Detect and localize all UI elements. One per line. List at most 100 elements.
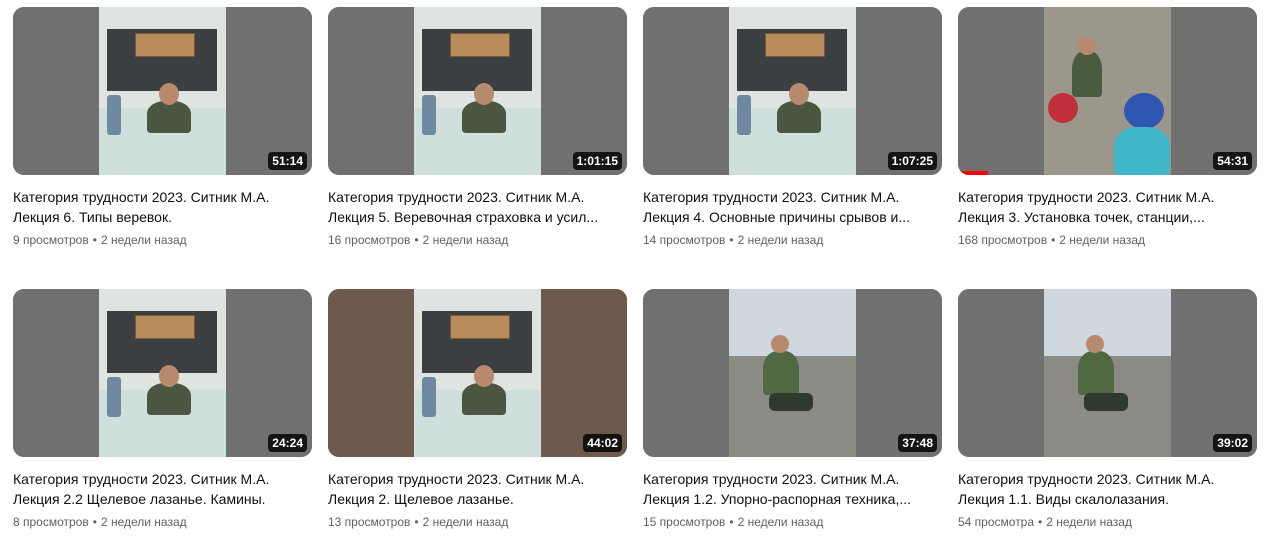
person-shape bbox=[147, 101, 191, 133]
thumbnail-image bbox=[729, 7, 856, 175]
video-title[interactable]: Категория трудности 2023. Ситник М.А. Ле… bbox=[13, 187, 309, 227]
duration-badge: 37:48 bbox=[898, 434, 937, 452]
person-head-shape bbox=[1086, 335, 1104, 353]
climber-shape bbox=[1072, 51, 1102, 97]
video-thumbnail[interactable]: 37:48 bbox=[643, 289, 942, 457]
duration-badge: 51:14 bbox=[268, 152, 307, 170]
video-thumbnail[interactable]: 24:24 bbox=[13, 289, 312, 457]
thumbnail-image bbox=[99, 7, 226, 175]
video-title[interactable]: Категория трудности 2023. Ситник М.А. Ле… bbox=[13, 469, 309, 509]
person-head-shape bbox=[771, 335, 789, 353]
bottle-shape bbox=[107, 95, 121, 135]
duration-badge: 1:01:15 bbox=[572, 152, 622, 170]
view-count: 13 просмотров bbox=[328, 515, 411, 529]
video-meta: 54 просмотра • 2 недели назад bbox=[958, 513, 1257, 531]
duration-badge: 24:24 bbox=[268, 434, 307, 452]
view-count: 15 просмотров bbox=[643, 515, 726, 529]
meta-separator: • bbox=[414, 515, 419, 529]
person-shape bbox=[462, 101, 506, 133]
video-meta: 15 просмотров • 2 недели назад bbox=[643, 513, 942, 531]
person-head-shape bbox=[474, 365, 494, 387]
shelf-shape bbox=[135, 33, 195, 57]
meta-separator: • bbox=[1051, 233, 1056, 247]
thumbnail-image bbox=[414, 289, 541, 457]
watch-progress-bar bbox=[958, 171, 988, 175]
video-meta: 8 просмотров • 2 недели назад bbox=[13, 513, 312, 531]
meta-separator: • bbox=[729, 515, 734, 529]
person-head-shape bbox=[159, 365, 179, 387]
person-shape bbox=[763, 351, 799, 395]
sky-shape bbox=[729, 289, 856, 357]
view-count: 9 просмотров bbox=[13, 233, 89, 247]
video-title[interactable]: Категория трудности 2023. Ситник М.А. Ле… bbox=[958, 187, 1254, 227]
helmet-shape bbox=[1124, 93, 1164, 129]
thumbnail-image bbox=[414, 7, 541, 175]
upload-age: 2 недели назад bbox=[422, 515, 509, 529]
view-count: 14 просмотров bbox=[643, 233, 726, 247]
duration-badge: 1:07:25 bbox=[887, 152, 937, 170]
video-thumbnail[interactable]: 1:01:15 bbox=[328, 7, 627, 175]
video-title[interactable]: Категория трудности 2023. Ситник М.А. Ле… bbox=[643, 187, 939, 227]
climber-head-shape bbox=[1078, 37, 1096, 55]
video-thumbnail[interactable]: 44:02 bbox=[328, 289, 627, 457]
video-meta: 13 просмотров • 2 недели назад bbox=[328, 513, 627, 531]
upload-age: 2 недели назад bbox=[100, 233, 187, 247]
legs-shape bbox=[769, 393, 813, 411]
shelf-shape bbox=[450, 33, 510, 57]
video-meta: 14 просмотров • 2 недели назад bbox=[643, 231, 942, 249]
video-thumbnail[interactable]: 1:07:25 bbox=[643, 7, 942, 175]
video-thumbnail[interactable]: 39:02 bbox=[958, 289, 1257, 457]
video-grid: 51:14 Категория трудности 2023. Ситник М… bbox=[13, 7, 1257, 557]
bottle-shape bbox=[107, 377, 121, 417]
video-title[interactable]: Категория трудности 2023. Ситник М.А. Ле… bbox=[958, 469, 1254, 509]
upload-age: 2 недели назад bbox=[737, 515, 824, 529]
person-head-shape bbox=[789, 83, 809, 105]
person-shape bbox=[777, 101, 821, 133]
video-card[interactable]: 44:02 Категория трудности 2023. Ситник М… bbox=[328, 289, 627, 557]
video-title[interactable]: Категория трудности 2023. Ситник М.А. Ле… bbox=[328, 187, 624, 227]
video-card[interactable]: 51:14 Категория трудности 2023. Ситник М… bbox=[13, 7, 312, 275]
video-card[interactable]: 1:01:15 Категория трудности 2023. Ситник… bbox=[328, 7, 627, 275]
view-count: 168 просмотров bbox=[958, 233, 1048, 247]
sky-shape bbox=[1044, 289, 1171, 357]
person-shape bbox=[462, 383, 506, 415]
video-card[interactable]: 39:02 Категория трудности 2023. Ситник М… bbox=[958, 289, 1257, 557]
meta-separator: • bbox=[92, 515, 97, 529]
video-meta: 16 просмотров • 2 недели назад bbox=[328, 231, 627, 249]
shelf-shape bbox=[450, 315, 510, 339]
shelf-shape bbox=[765, 33, 825, 57]
video-card[interactable]: 54:31 Категория трудности 2023. Ситник М… bbox=[958, 7, 1257, 275]
helmet-shape bbox=[1048, 93, 1078, 123]
thumbnail-image bbox=[1044, 289, 1171, 457]
upload-age: 2 недели назад bbox=[1059, 233, 1146, 247]
video-thumbnail[interactable]: 51:14 bbox=[13, 7, 312, 175]
person-head-shape bbox=[474, 83, 494, 105]
video-title[interactable]: Категория трудности 2023. Ситник М.А. Ле… bbox=[328, 469, 624, 509]
video-card[interactable]: 24:24 Категория трудности 2023. Ситник М… bbox=[13, 289, 312, 557]
thumbnail-image bbox=[1044, 7, 1171, 175]
view-count: 16 просмотров bbox=[328, 233, 411, 247]
upload-age: 2 недели назад bbox=[1046, 515, 1132, 529]
thumbnail-image bbox=[729, 289, 856, 457]
meta-separator: • bbox=[92, 233, 97, 247]
duration-badge: 54:31 bbox=[1213, 152, 1252, 170]
video-card[interactable]: 1:07:25 Категория трудности 2023. Ситник… bbox=[643, 7, 942, 275]
meta-separator: • bbox=[729, 233, 734, 247]
video-title[interactable]: Категория трудности 2023. Ситник М.А. Ле… bbox=[643, 469, 939, 509]
bottle-shape bbox=[422, 377, 436, 417]
legs-shape bbox=[1084, 393, 1128, 411]
video-meta: 168 просмотров • 2 недели назад bbox=[958, 231, 1257, 249]
person-shape bbox=[1114, 127, 1170, 175]
video-thumbnail[interactable]: 54:31 bbox=[958, 7, 1257, 175]
meta-separator: • bbox=[1038, 515, 1043, 529]
person-head-shape bbox=[159, 83, 179, 105]
person-shape bbox=[1078, 351, 1114, 395]
bottle-shape bbox=[737, 95, 751, 135]
view-count: 54 просмотра bbox=[958, 515, 1035, 529]
video-card[interactable]: 37:48 Категория трудности 2023. Ситник М… bbox=[643, 289, 942, 557]
duration-badge: 39:02 bbox=[1213, 434, 1252, 452]
upload-age: 2 недели назад bbox=[422, 233, 509, 247]
thumbnail-image bbox=[99, 289, 226, 457]
duration-badge: 44:02 bbox=[583, 434, 622, 452]
view-count: 8 просмотров bbox=[13, 515, 89, 529]
